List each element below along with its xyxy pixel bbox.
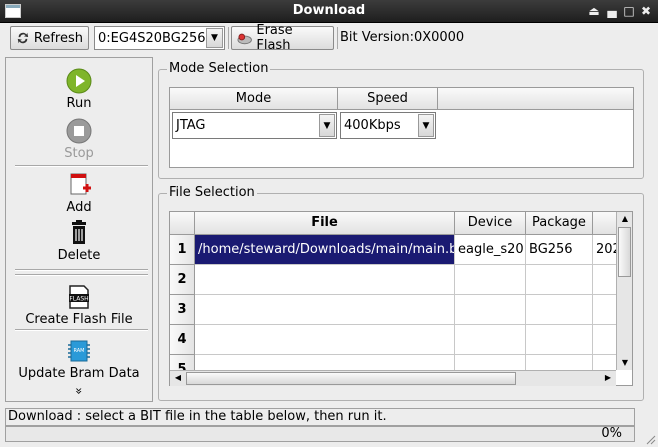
run-button[interactable]: Run	[6, 68, 152, 111]
toolbar-separator	[337, 27, 338, 49]
mode-table: Mode Speed JTAG ▼ 400Kbps ▼	[169, 87, 634, 168]
scroll-up-icon[interactable]: ▲	[618, 212, 632, 226]
erase-flash-button[interactable]: Erase Flash	[231, 23, 334, 53]
chevron-down-icon: ▼	[418, 114, 434, 137]
svg-text:FLASH: FLASH	[69, 296, 88, 303]
device-cell[interactable]	[455, 265, 526, 295]
file-header[interactable]: File	[195, 212, 455, 235]
stop-button[interactable]: Stop	[6, 118, 152, 161]
delete-label: Delete	[57, 248, 101, 263]
close-icon[interactable]: ✖	[638, 3, 654, 19]
eraser-icon	[237, 33, 252, 45]
toolbar: Refresh 0:EG4S20BG256 ▼ Erase Flash	[0, 23, 658, 53]
add-file-icon	[70, 173, 91, 195]
progress-bar: 0%	[5, 426, 635, 442]
package-cell[interactable]	[526, 295, 593, 325]
more-expander[interactable]: »	[72, 384, 86, 398]
toolbar-separator	[228, 27, 229, 49]
update-bram-data-button[interactable]: RAM Update Bram Data	[6, 338, 152, 381]
create-flash-file-button[interactable]: FLASH Create Flash File	[6, 282, 152, 327]
sidebar-separator	[15, 269, 148, 271]
sidebar-separator	[15, 165, 148, 167]
bram-icon: RAM	[68, 340, 90, 362]
row-header[interactable]: 4	[170, 325, 195, 355]
row-header[interactable]: 1	[170, 235, 195, 265]
speed-header[interactable]: Speed	[338, 88, 438, 110]
update-bram-data-label: Update Bram Data	[18, 366, 140, 381]
vertical-scrollbar[interactable]: ▲ ▼	[616, 212, 632, 370]
maximize-icon[interactable]: □	[621, 3, 637, 19]
resize-grip-icon[interactable]	[644, 433, 656, 445]
refresh-label: Refresh	[33, 30, 83, 46]
stop-label: Stop	[64, 146, 94, 161]
package-cell[interactable]: BG256	[526, 235, 593, 265]
mode-header[interactable]: Mode	[170, 88, 338, 110]
add-button[interactable]: Add	[6, 172, 152, 215]
horizontal-scroll-thumb[interactable]	[186, 372, 516, 385]
device-header[interactable]: Device	[455, 212, 526, 235]
chevron-down-icon: ▼	[206, 28, 223, 48]
package-cell[interactable]	[526, 265, 593, 295]
file-cell[interactable]	[195, 325, 455, 355]
play-icon	[66, 68, 92, 94]
file-table: File Device Package 1 /home/steward/Down…	[169, 211, 633, 386]
scroll-down-icon[interactable]: ▼	[618, 356, 632, 370]
delete-button[interactable]: Delete	[6, 220, 152, 263]
file-selection-title: File Selection	[167, 185, 257, 200]
svg-text:RAM: RAM	[73, 348, 84, 354]
file-cell[interactable]	[195, 295, 455, 325]
window-title: Download	[292, 3, 366, 18]
flash-icon: FLASH	[69, 285, 89, 309]
stop-icon	[66, 118, 92, 144]
file-cell[interactable]	[195, 265, 455, 295]
title-bar[interactable]: Download ⏏ ▄ □ ✖	[0, 0, 658, 23]
scroll-left-icon[interactable]: ◀	[171, 371, 185, 385]
sidebar-separator	[15, 274, 148, 276]
corner-header	[170, 212, 195, 235]
device-select[interactable]: 0:EG4S20BG256 ▼	[94, 26, 225, 50]
refresh-button[interactable]: Refresh	[10, 26, 89, 50]
minimize-icon[interactable]: ▄	[604, 3, 620, 19]
mode-selection-title: Mode Selection	[167, 61, 271, 76]
trash-icon	[72, 220, 86, 244]
run-label: Run	[66, 96, 92, 111]
device-cell[interactable]	[455, 325, 526, 355]
package-header[interactable]: Package	[526, 212, 593, 235]
erase-flash-label: Erase Flash	[256, 23, 293, 53]
scroll-right-icon[interactable]: ▶	[601, 371, 615, 385]
create-flash-file-label: Create Flash File	[25, 312, 133, 327]
row-header[interactable]: 2	[170, 265, 195, 295]
status-message: Download : select a BIT file in the tabl…	[5, 408, 635, 426]
speed-select[interactable]: 400Kbps ▼	[340, 112, 436, 139]
package-cell[interactable]	[526, 325, 593, 355]
mode-select-value: JTAG	[176, 118, 206, 133]
progress-text: 0%	[601, 426, 622, 441]
mode-select[interactable]: JTAG ▼	[172, 112, 337, 139]
action-sidebar: Run Stop Add Delete FLASH Create Flash F…	[5, 57, 153, 402]
horizontal-scrollbar[interactable]: ◀ ▶	[170, 370, 616, 386]
shade-icon[interactable]: ⏏	[586, 3, 602, 19]
speed-select-value: 400Kbps	[344, 118, 401, 133]
sidebar-separator	[15, 329, 148, 331]
refresh-icon	[17, 32, 29, 44]
row-header[interactable]: 3	[170, 295, 195, 325]
file-cell[interactable]: /home/steward/Downloads/main/main.bit	[195, 235, 455, 265]
vertical-scroll-thumb[interactable]	[618, 227, 631, 277]
chevron-down-icon: ▼	[319, 114, 335, 137]
empty-header	[438, 88, 633, 110]
device-cell[interactable]: eagle_s20	[455, 235, 526, 265]
device-cell[interactable]	[455, 295, 526, 325]
add-label: Add	[66, 200, 92, 215]
bit-version-label: Bit Version:0X0000	[340, 30, 465, 45]
device-select-value: 0:EG4S20BG256	[98, 30, 206, 46]
